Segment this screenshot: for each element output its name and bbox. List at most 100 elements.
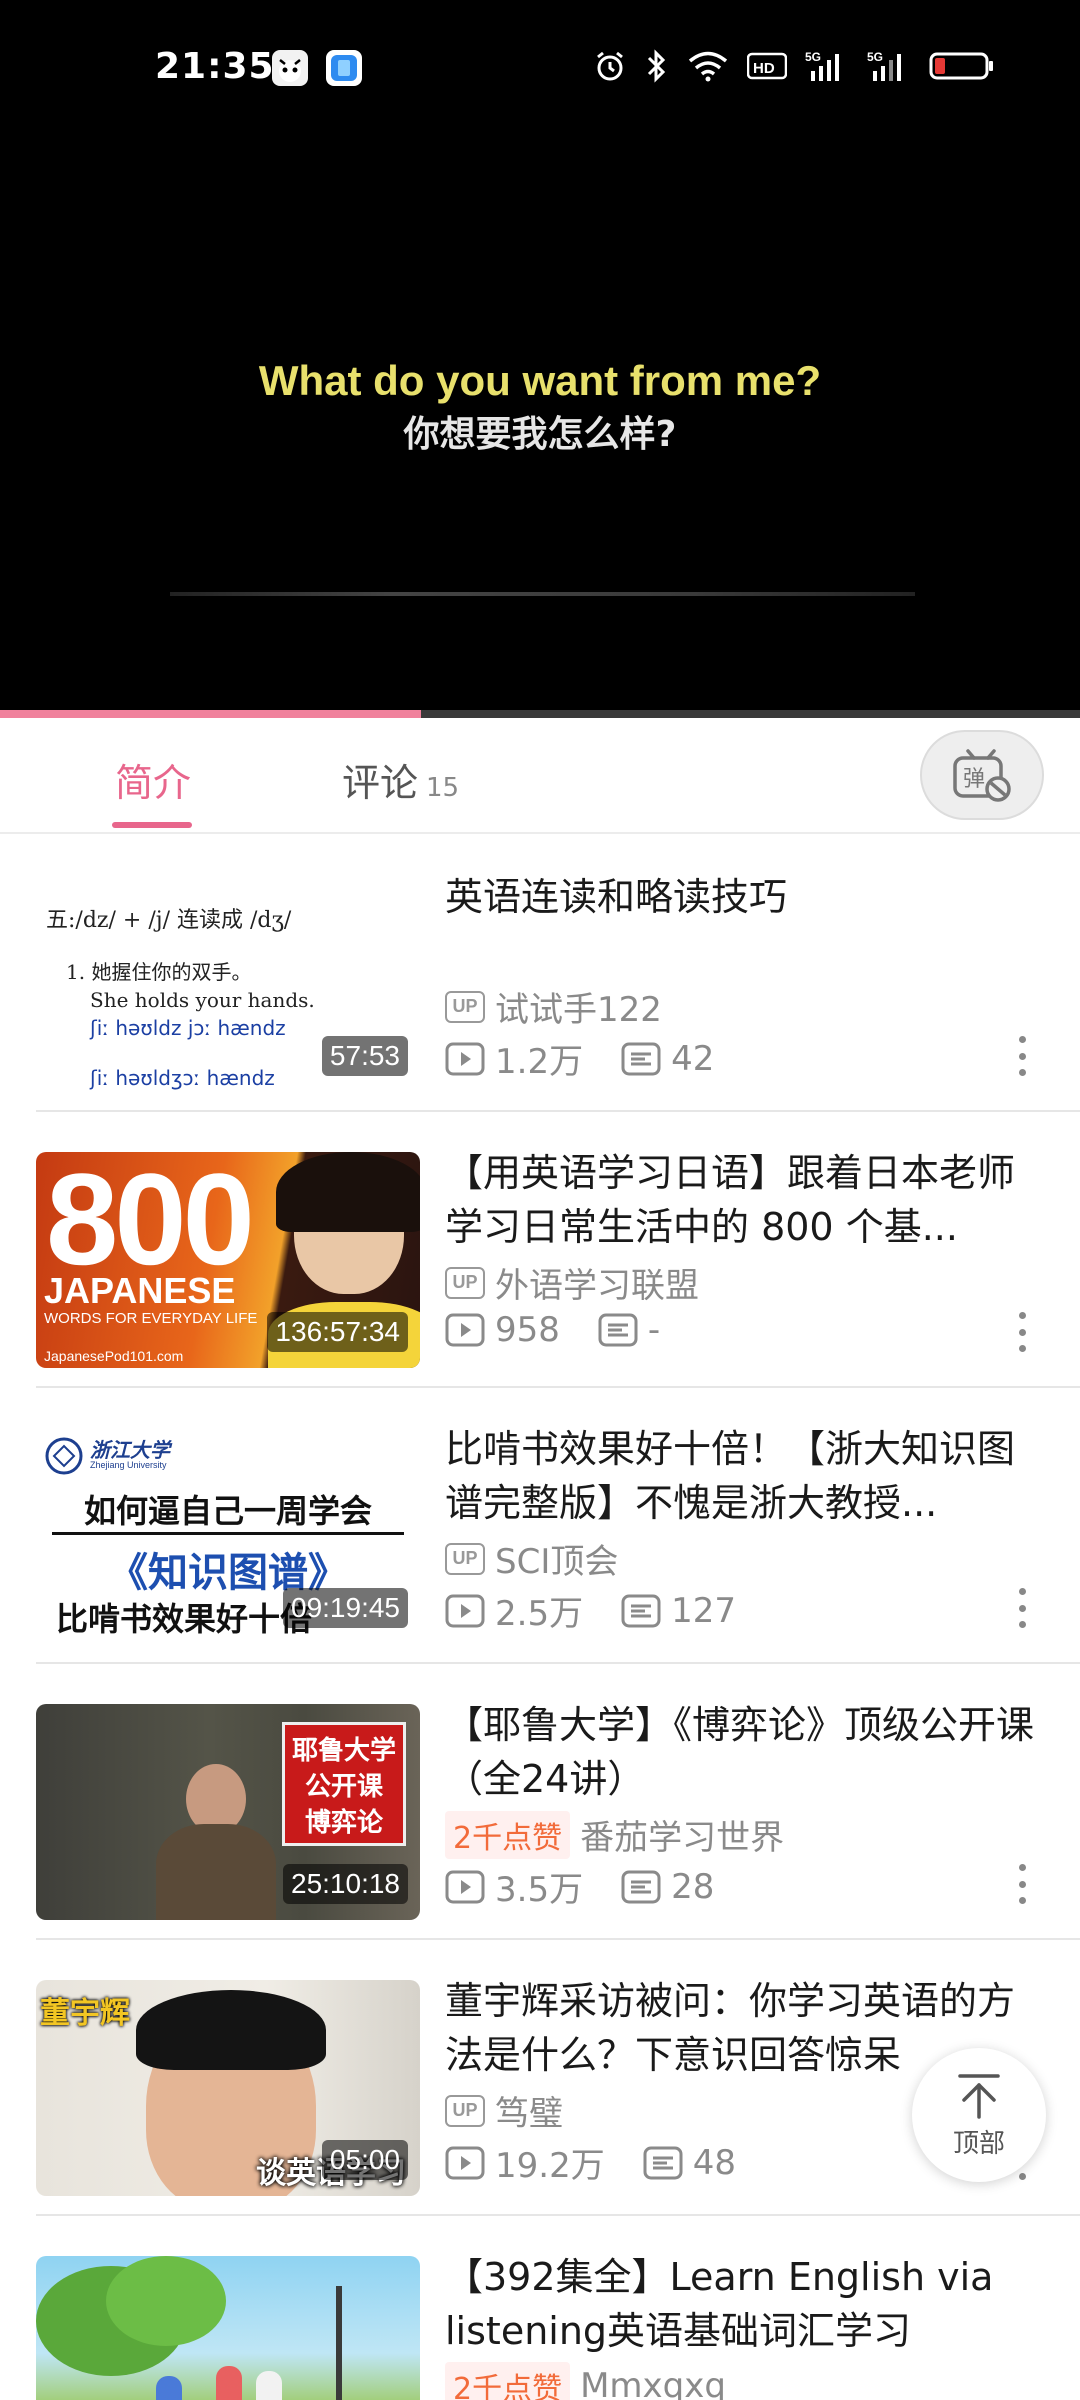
hd-icon: HD <box>747 52 787 80</box>
video-stats: 1.2万 42 <box>445 1034 752 1083</box>
view-count-value: 3.5万 <box>495 1870 584 1910</box>
signal-5g-icon: 5G <box>805 50 839 81</box>
thumb-univ-name: 浙江大学 <box>90 1438 170 1462</box>
comment-count: 42 <box>621 1039 714 1079</box>
battery-low-icon <box>929 52 993 80</box>
video-author: UP 试试手122 <box>445 982 662 1031</box>
up-badge: UP <box>445 1542 485 1575</box>
video-card[interactable]: 【392集全】Learn English via listening英语基础词汇… <box>0 2216 1080 2400</box>
video-duration: 09:19:45 <box>283 1588 408 1628</box>
app-notification-icon <box>272 50 308 86</box>
bluetooth-icon <box>647 49 666 83</box>
tab-comments[interactable]: 评论 15 <box>342 752 459 807</box>
status-time: 21:35 <box>155 46 275 87</box>
video-card[interactable]: 耶鲁大学 公开课 博弈论 25:10:18 【耶鲁大学】《博弈论》顶级公开课（全… <box>0 1664 1080 1940</box>
back-to-top-button[interactable]: 顶部 <box>912 2048 1046 2182</box>
playback-progress-fill <box>0 710 422 718</box>
wifi-icon <box>688 51 728 82</box>
danmaku-count-icon <box>621 1594 661 1627</box>
view-count: 1.2万 <box>445 1034 583 1083</box>
sign-line-2: 公开课 <box>304 1772 383 1802</box>
arrow-up-to-top-icon <box>958 2073 1000 2119</box>
up-badge: UP <box>445 2094 485 2127</box>
likes-badge: 2千点赞 <box>445 2362 571 2400</box>
video-author: UP 外语学习联盟 <box>445 1258 699 1307</box>
video-card[interactable]: 浙江大学 Zhejiang University 如何逼自己一周学会 《知识图谱… <box>0 1388 1080 1664</box>
thumb-text-sub: WORDS FOR EVERYDAY LIFE <box>44 1310 258 1327</box>
thumb-univ-name-en: Zhejiang University <box>90 1460 167 1470</box>
video-card[interactable]: 800 JAPANESE WORDS FOR EVERYDAY LIFE Jap… <box>0 1112 1080 1388</box>
tab-intro-underline <box>112 822 192 828</box>
view-count: 2.5万 <box>445 1586 583 1635</box>
sign-line-1: 耶鲁大学 <box>291 1736 396 1766</box>
video-card[interactable]: 五:/dz/ + /j/ 连读成 /dʒ/ 1. 她握住你的双手。 She ho… <box>0 836 1080 1112</box>
play-count-icon <box>445 1594 485 1627</box>
video-author: 2千点赞 番茄学习世界 <box>445 1810 784 1859</box>
play-count-icon <box>445 1042 485 1075</box>
view-count-value: 1.2万 <box>495 1042 584 1082</box>
author-name: 试试手122 <box>495 990 662 1030</box>
subtitle-chinese: 你想要我怎么样? <box>403 414 677 455</box>
video-duration: 05:00 <box>321 2140 408 2180</box>
video-title: 比啃书效果好十倍！【浙大知识图谱完整版】不愧是浙大教授... <box>445 1427 1016 1525</box>
sign-line-3: 博弈论 <box>304 1808 383 1838</box>
view-count-value: 2.5万 <box>495 1594 584 1634</box>
person-hair <box>276 1152 420 1232</box>
video-title: 【392集全】Learn English via listening英语基础词汇… <box>445 2255 994 2353</box>
alarm-icon <box>597 51 623 81</box>
video-thumbnail: 五:/dz/ + /j/ 连读成 /dʒ/ 1. 她握住你的双手。 She ho… <box>36 876 420 1092</box>
play-count-icon <box>445 1313 485 1347</box>
danmaku-count-icon <box>598 1313 638 1347</box>
tree <box>106 2256 226 2346</box>
video-stats: 2.5万 127 <box>445 1586 774 1635</box>
more-options-icon[interactable] <box>1012 1036 1032 1076</box>
video-frame-line <box>170 592 915 596</box>
view-count-value: 19.2万 <box>495 2146 605 2186</box>
video-player[interactable]: 21:35 HD 5G 5G What do you want from me?… <box>0 0 1080 710</box>
video-thumbnail: 800 JAPANESE WORDS FOR EVERYDAY LIFE Jap… <box>36 1152 420 1368</box>
video-stats: 19.2万 48 <box>445 2138 774 2187</box>
play-count-icon <box>445 1870 485 1903</box>
video-duration: 57:53 <box>321 1036 408 1076</box>
screen: 21:35 HD 5G 5G What do you want from me?… <box>0 0 1080 2400</box>
danmaku-count-icon <box>621 1042 661 1075</box>
status-icons: HD 5G 5G <box>593 48 995 84</box>
up-badge: UP <box>445 1266 485 1299</box>
play-count-icon <box>445 2146 485 2179</box>
thumb-name-label: 董宇辉 <box>40 1996 130 2031</box>
video-thumbnail: 浙江大学 Zhejiang University 如何逼自己一周学会 《知识图谱… <box>36 1428 420 1644</box>
video-author: 2千点赞 Mmxqxq <box>445 2362 726 2400</box>
svg-text:HD: HD <box>753 60 775 77</box>
danmaku-toggle-button[interactable]: 弹 <box>920 730 1044 820</box>
thumb-text-line: She holds your hands. <box>90 988 315 1012</box>
tab-intro[interactable]: 简介 <box>115 752 191 807</box>
video-card[interactable]: 董宇辉 谈英语学习 05:00 董宇辉采访被问：你学习英语的方法是什么？下意识回… <box>0 1940 1080 2216</box>
video-thumbnail <box>36 2256 420 2400</box>
app-notification-icon-2 <box>326 50 362 86</box>
tab-bar: 简介 评论 15 弹 <box>0 718 1080 834</box>
danmaku-count-icon <box>621 1870 661 1903</box>
thumb-line-1: 如何逼自己一周学会 <box>83 1492 372 1530</box>
cartoon-person <box>256 2371 282 2400</box>
cartoon-person <box>156 2376 182 2400</box>
svg-text:5G: 5G <box>867 50 883 64</box>
comment-count-value: 42 <box>671 1038 715 1079</box>
more-options-icon[interactable] <box>1012 1312 1032 1352</box>
thumb-rule <box>52 1532 404 1535</box>
video-thumbnail: 耶鲁大学 公开课 博弈论 25:10:18 <box>36 1704 420 1920</box>
video-title: 英语连读和略读技巧 <box>445 875 788 919</box>
author-name: 外语学习联盟 <box>495 1266 699 1306</box>
comment-count: 127 <box>621 1591 736 1631</box>
thumb-text-line: 1. 她握住你的双手。 <box>66 960 252 984</box>
video-duration: 136:57:34 <box>267 1312 408 1352</box>
view-count: 3.5万 <box>445 1862 583 1911</box>
svg-text:弹: 弹 <box>963 767 985 792</box>
author-name: SCI顶会 <box>495 1542 619 1582</box>
more-options-icon[interactable] <box>1012 1588 1032 1628</box>
thumb-text-site: JapanesePod101.com <box>44 1348 184 1364</box>
video-duration: 25:10:18 <box>283 1864 408 1904</box>
more-options-icon[interactable] <box>1012 1864 1032 1904</box>
comment-count: 28 <box>621 1867 714 1907</box>
view-count: 19.2万 <box>445 2138 605 2187</box>
video-stats: 3.5万 28 <box>445 1862 752 1911</box>
